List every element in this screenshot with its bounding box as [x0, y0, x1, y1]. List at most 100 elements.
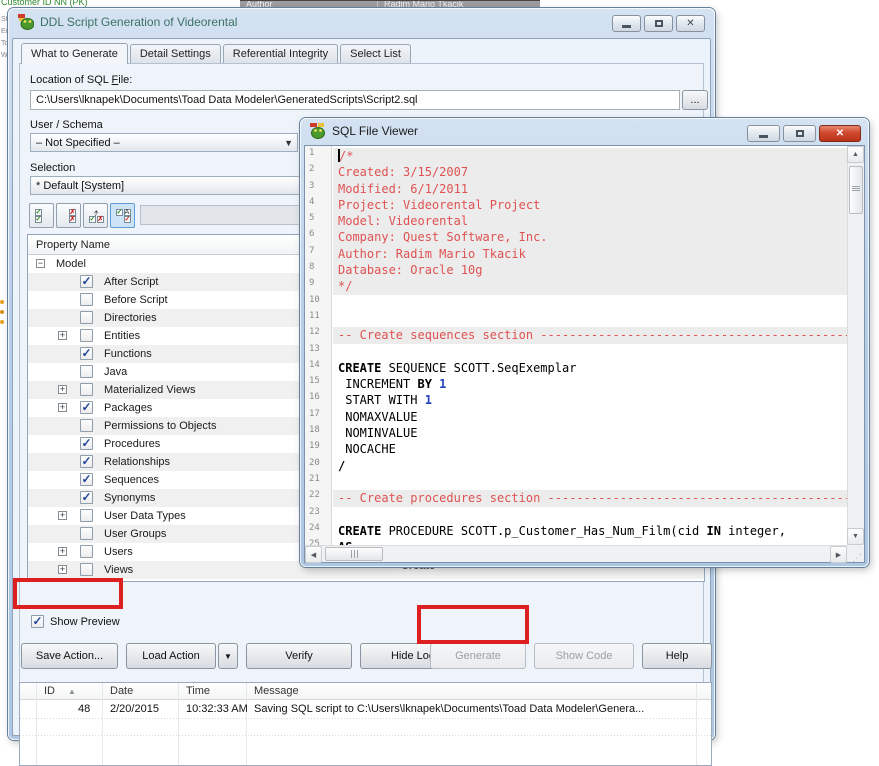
dialog-caption-buttons: ✕	[612, 15, 705, 32]
viewer-caption-buttons: ✕	[747, 125, 861, 142]
expand-icon[interactable]: +	[58, 547, 67, 556]
log-header-time[interactable]: Time	[186, 685, 210, 697]
sql-file-location-label: Location of SQL File:	[30, 74, 132, 86]
auto-select-button[interactable]: ✓ A ✓	[110, 203, 135, 228]
line-number: 19	[305, 441, 331, 457]
tree-item-label: Synonyms	[104, 492, 155, 504]
divider	[178, 683, 179, 765]
code-line: /*	[333, 148, 847, 164]
line-number: 4	[305, 197, 331, 213]
horizontal-scrollbar[interactable]: ◀ ▶	[305, 545, 847, 562]
expand-icon[interactable]: +	[58, 511, 67, 520]
save-action-button[interactable]: Save Action...	[21, 643, 118, 669]
tree-checkbox[interactable]	[80, 545, 93, 558]
tree-checkbox[interactable]	[80, 563, 93, 576]
scroll-right-button[interactable]: ▶	[830, 546, 847, 563]
horizontal-scroll-thumb[interactable]	[325, 547, 383, 561]
tree-checkbox[interactable]	[80, 311, 93, 324]
line-number: 23	[305, 507, 331, 523]
tab-select-list[interactable]: Select List	[340, 44, 411, 63]
browse-button[interactable]: ...	[682, 90, 708, 110]
expand-icon[interactable]: +	[58, 565, 67, 574]
code-line	[333, 474, 847, 490]
tree-checkbox[interactable]: ✓	[80, 437, 93, 450]
viewer-minimize-button[interactable]	[747, 125, 780, 142]
maximize-button[interactable]	[644, 15, 673, 32]
line-number: 22	[305, 490, 331, 506]
tree-checkbox[interactable]	[80, 419, 93, 432]
code-line: Created: 3/15/2007	[333, 164, 847, 180]
vertical-scrollbar[interactable]: ▲ ▼	[847, 146, 864, 545]
verify-button[interactable]: Verify	[246, 643, 352, 669]
tree-checkbox[interactable]	[80, 527, 93, 540]
load-action-dropdown-button[interactable]: ▼	[218, 643, 238, 669]
scroll-left-button[interactable]: ◀	[305, 546, 322, 563]
viewer-maximize-button[interactable]	[783, 125, 816, 142]
viewer-close-button[interactable]: ✕	[819, 125, 861, 142]
show-preview-label: Show Preview	[50, 616, 120, 628]
code-line: /	[333, 458, 847, 474]
show-preview-group: ✓ Show Preview	[31, 615, 120, 628]
dialog-title: DDL Script Generation of Videorental	[40, 15, 237, 29]
tree-item-label: Functions	[104, 348, 152, 360]
scroll-down-button[interactable]: ▼	[847, 528, 864, 545]
generate-button[interactable]: Generate	[430, 643, 526, 669]
line-number: 21	[305, 474, 331, 490]
background-left-edge-fragment: St Er To W	[0, 12, 8, 732]
code-area[interactable]: /*Created: 3/15/2007Modified: 6/1/2011Pr…	[333, 146, 847, 545]
tree-checkbox[interactable]: ✓	[80, 491, 93, 504]
bg-text: To	[1, 38, 8, 50]
toad-app-icon	[18, 14, 34, 30]
user-schema-select[interactable]: – Not Specified – ▼	[30, 133, 298, 152]
vertical-scroll-thumb[interactable]	[849, 166, 863, 214]
expand-icon[interactable]: +	[58, 385, 67, 394]
tree-item-label: Entities	[104, 330, 140, 342]
tree-checkbox[interactable]: ✓	[80, 401, 93, 414]
log-cell-date: 2/20/2015	[110, 703, 159, 715]
expand-icon[interactable]: +	[58, 331, 67, 340]
close-icon: ✕	[836, 129, 844, 139]
load-action-button[interactable]: Load Action	[126, 643, 216, 669]
tab-referential-integrity[interactable]: Referential Integrity	[223, 44, 338, 63]
tree-item-label: Views	[104, 564, 133, 576]
line-number: 6	[305, 229, 331, 245]
code-line: Author: Radim Mario Tkacik	[333, 246, 847, 262]
tree-checkbox[interactable]: ✓	[80, 275, 93, 288]
toad-file-icon	[310, 123, 326, 139]
resize-grip[interactable]	[847, 545, 864, 562]
tree-checkbox[interactable]: ✓	[80, 347, 93, 360]
minimize-button[interactable]	[612, 15, 641, 32]
expand-icon[interactable]: +	[58, 403, 67, 412]
tree-checkbox[interactable]: ✓	[80, 473, 93, 486]
show-code-button[interactable]: Show Code	[534, 643, 634, 669]
log-header-message[interactable]: Message	[254, 685, 299, 697]
log-header-date[interactable]: Date	[110, 685, 133, 697]
sql-file-path-input[interactable]: C:\Users\lknapek\Documents\Toad Data Mod…	[30, 90, 680, 110]
help-button[interactable]: Help	[642, 643, 712, 669]
tab-what-to-generate[interactable]: What to Generate	[21, 43, 128, 64]
uncheck-all-button[interactable]: ✗✗	[56, 203, 81, 228]
code-line: Company: Quest Software, Inc.	[333, 229, 847, 245]
collapse-icon[interactable]: −	[36, 259, 45, 268]
tree-checkbox[interactable]	[80, 329, 93, 342]
check-all-button[interactable]: ✓✓	[29, 203, 54, 228]
tree-checkbox[interactable]: ✓	[80, 455, 93, 468]
show-preview-checkbox[interactable]: ✓	[31, 615, 44, 628]
tree-item-label: Relationships	[104, 456, 170, 468]
log-header-id[interactable]: ID	[44, 685, 55, 697]
tree-checkbox[interactable]	[80, 293, 93, 306]
viewer-titlebar[interactable]: SQL File Viewer ✕	[300, 118, 869, 144]
tree-checkbox[interactable]	[80, 383, 93, 396]
dialog-titlebar[interactable]: DDL Script Generation of Videorental ✕	[8, 8, 715, 36]
tab-detail-settings[interactable]: Detail Settings	[130, 44, 221, 63]
tree-checkbox[interactable]	[80, 365, 93, 378]
close-button[interactable]: ✕	[676, 15, 705, 32]
tree-checkbox[interactable]	[80, 509, 93, 522]
code-line: NOCACHE	[333, 441, 847, 457]
code-line: Database: Oracle 10g	[333, 262, 847, 278]
line-number: 1	[305, 148, 331, 164]
log-row[interactable]: 48 2/20/2015 10:32:33 AM Saving SQL scri…	[20, 701, 711, 717]
scroll-up-button[interactable]: ▲	[847, 146, 864, 163]
invert-selection-button[interactable]: ⤴ ✓✗	[83, 203, 108, 228]
check-all-icon: ✓✓	[34, 208, 50, 224]
